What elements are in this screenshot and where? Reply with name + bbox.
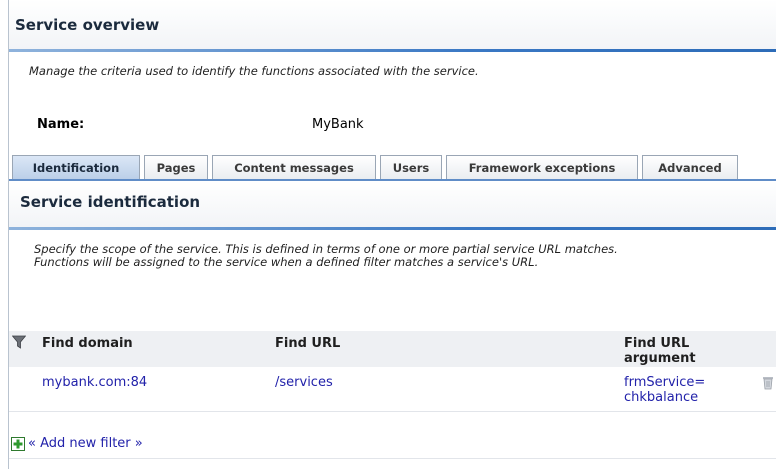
- section-description: Specify the scope of the service. This i…: [34, 243, 618, 269]
- row-argument-line-1: frmService=: [624, 375, 706, 390]
- page-description: Manage the criteria used to identify the…: [29, 64, 479, 78]
- column-header-argument-line-2: argument: [624, 351, 696, 366]
- column-header-find-domain[interactable]: Find domain: [42, 336, 133, 351]
- name-value: MyBank: [312, 117, 364, 132]
- column-header-find-url-argument[interactable]: Find URL argument: [624, 336, 696, 366]
- row-argument-link[interactable]: frmService= chkbalance: [624, 375, 705, 405]
- row-divider: [9, 411, 776, 412]
- tab-framework-exceptions[interactable]: Framework exceptions: [446, 155, 638, 180]
- filter-funnel-icon[interactable]: [12, 335, 26, 349]
- bottom-divider: [9, 458, 776, 459]
- service-overview-panel: Service overview Manage the criteria use…: [8, 0, 776, 469]
- header-divider: [9, 49, 776, 52]
- tab-bar: Identification Pages Content messages Us…: [9, 155, 776, 181]
- tab-identification[interactable]: Identification: [12, 155, 140, 181]
- row-argument-line-2: chkbalance: [624, 390, 699, 405]
- row-domain-link[interactable]: mybank.com:84: [42, 375, 147, 390]
- column-header-argument-line-1: Find URL: [624, 336, 690, 351]
- tab-advanced[interactable]: Advanced: [642, 155, 738, 180]
- add-plus-icon[interactable]: [11, 437, 25, 451]
- tab-pages[interactable]: Pages: [144, 155, 208, 180]
- tab-content-messages[interactable]: Content messages: [212, 155, 376, 180]
- page-title: Service overview: [15, 16, 160, 34]
- column-header-find-url[interactable]: Find URL: [275, 336, 340, 351]
- tab-users[interactable]: Users: [380, 155, 442, 180]
- row-url-link[interactable]: /services: [275, 375, 333, 390]
- section-description-line-2: Functions will be assigned to the servic…: [34, 255, 539, 269]
- section-title: Service identification: [20, 193, 201, 211]
- trash-icon[interactable]: [761, 374, 775, 390]
- name-label: Name:: [37, 117, 85, 132]
- section-divider: [9, 227, 776, 230]
- add-new-filter-link[interactable]: « Add new filter »: [28, 436, 143, 451]
